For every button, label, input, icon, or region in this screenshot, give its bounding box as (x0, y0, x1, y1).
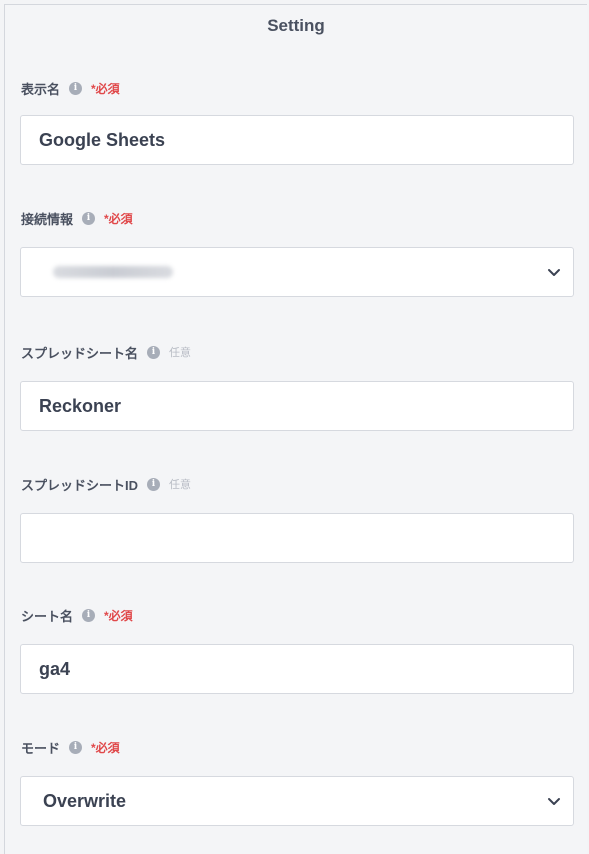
connection-label-row: 接続情報 i *必須 (21, 208, 133, 228)
mode-label: モード (21, 740, 61, 756)
connection-select[interactable] (20, 247, 574, 297)
display-name-value: Google Sheets (39, 129, 166, 150)
connection-label: 接続情報 (21, 211, 74, 227)
required-badge: *必須 (91, 740, 120, 755)
info-icon[interactable]: i (82, 608, 96, 622)
required-badge: *必須 (104, 608, 133, 623)
display-name-label-row: 表示名 i *必須 (21, 78, 120, 98)
optional-badge: 任意 (169, 347, 192, 359)
panel-title: Setting (267, 16, 325, 35)
sheet-name-value: ga4 (39, 658, 71, 679)
sheet-name-label-row: シート名 i *必須 (21, 605, 133, 625)
chevron-down-icon (548, 798, 560, 805)
spreadsheet-name-label: スプレッドシート名 (21, 345, 139, 361)
spreadsheet-id-label: スプレッドシートID (21, 477, 139, 493)
spreadsheet-name-value: Reckoner (39, 395, 122, 416)
display-name-label: 表示名 (21, 81, 61, 97)
sheet-name-label: シート名 (21, 608, 74, 624)
mode-select[interactable]: Overwrite (20, 776, 574, 826)
spreadsheet-name-label-row: スプレッドシート名 i 任意 (21, 342, 191, 362)
required-badge: *必須 (104, 211, 133, 226)
info-icon[interactable]: i (147, 477, 161, 491)
redacted-connection-value (53, 266, 173, 278)
info-icon[interactable]: i (69, 740, 83, 754)
spreadsheet-id-input[interactable] (20, 513, 574, 563)
spreadsheet-name-input[interactable]: Reckoner (20, 381, 574, 431)
mode-label-row: モード i *必須 (21, 737, 120, 757)
display-name-input[interactable]: Google Sheets (20, 115, 574, 165)
info-icon[interactable]: i (69, 81, 83, 95)
required-badge: *必須 (91, 81, 120, 96)
optional-badge: 任意 (169, 479, 192, 491)
settings-panel: Setting 表示名 i *必須 Google Sheets 接続情報 i *… (4, 4, 587, 854)
sheet-name-input[interactable]: ga4 (20, 644, 574, 694)
spreadsheet-id-label-row: スプレッドシートID i 任意 (21, 474, 191, 494)
mode-value: Overwrite (43, 790, 127, 811)
info-icon[interactable]: i (147, 345, 161, 359)
info-icon[interactable]: i (82, 211, 96, 225)
chevron-down-icon (548, 269, 560, 276)
